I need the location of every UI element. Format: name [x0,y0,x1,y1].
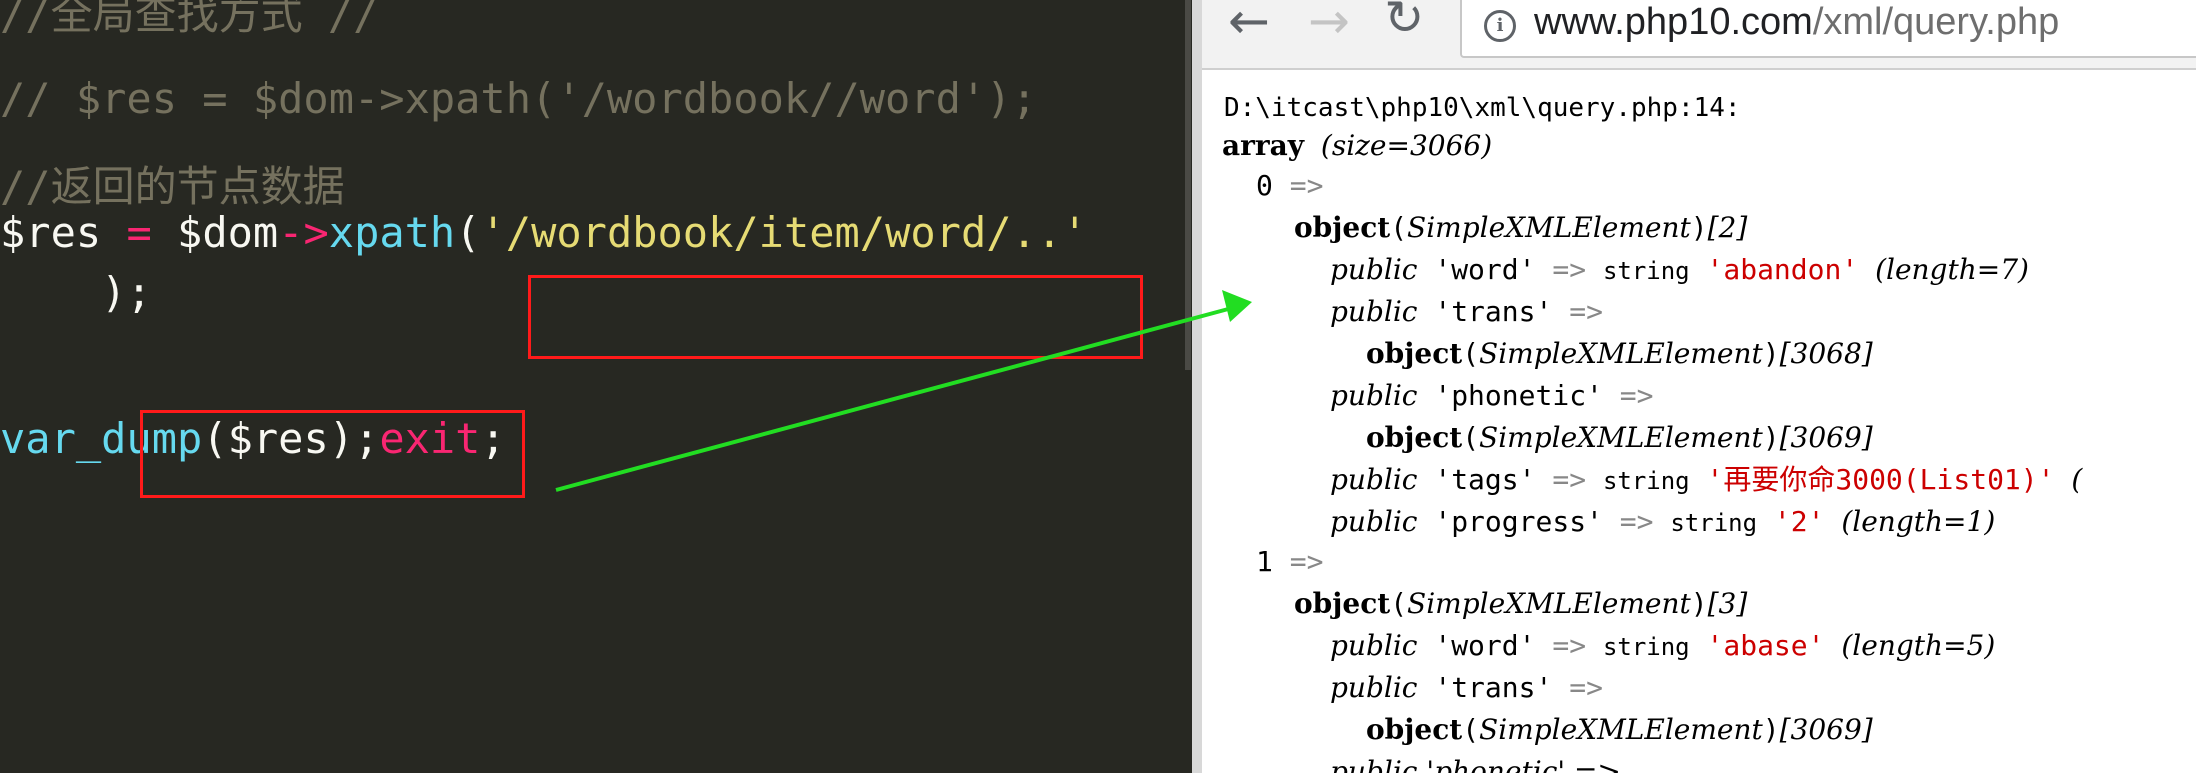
dump-object-id: [2] [1707,211,1748,244]
highlight-box-xpath-string [528,275,1143,359]
dump-prop-tags-0: public 'tags' => string '再要你命3000(List01… [1330,460,2082,501]
dump-class-name: SimpleXMLElement [1479,337,1763,370]
code-token-xpath-string: '/wordbook/item/word/..' [480,208,1088,257]
dump-public: public [1330,463,1418,496]
code-token-dom: $dom [177,208,279,257]
dump-public: public [1330,629,1418,662]
dump-word-value: 'abandon' [1706,253,1859,286]
dump-public: public [1330,505,1418,538]
dump-arrow: => [1619,379,1654,412]
dump-object-keyword: object [1294,211,1391,244]
dump-length-truncated: ( [2071,463,2083,496]
dump-prop-name: 'phonetic' [1434,379,1603,412]
dump-object-keyword: object [1366,421,1463,454]
address-bar[interactable]: i www.php10.com/xml/query.php [1460,0,2196,58]
dump-class-name: SimpleXMLElement [1479,713,1763,746]
dump-public: public [1330,671,1418,704]
pane-divider[interactable] [1192,0,1202,773]
reload-icon[interactable]: ↻ [1384,0,1424,46]
dump-arrow: => [1289,169,1324,202]
dump-length: (length=5) [1841,629,1996,662]
dump-file-path: D:\itcast\php10\xml\query.php:14: [1224,93,1741,123]
dump-prop-trans-0: public 'trans' => [1330,292,1603,332]
url-path: /xml/query.php [1812,1,2060,43]
dump-array-header: array (size=3066) [1222,126,1492,166]
dump-arrow: => [1552,629,1587,662]
dump-arrow: => [1569,671,1603,704]
dump-prop-progress-0: public 'progress' => string '2' (length=… [1330,502,1995,543]
dump-type: string [1602,633,1690,661]
url-host: www.php10.com [1534,1,1813,43]
dump-phonetic-object-0: object(SimpleXMLElement)[3069] [1366,421,1873,454]
browser-window: ← → ↻ i www.php10.com/xml/query.php D:\i… [1202,0,2196,773]
dump-class-name: SimpleXMLElement [1407,587,1691,620]
dump-prop-name: 'tags' [1434,463,1536,496]
arrow-left-icon[interactable]: ← [1228,0,1270,50]
dump-index-0: 0 => [1256,166,1323,206]
dump-arrow: => [1289,545,1324,578]
dump-index-0-value: 0 [1256,169,1273,202]
dump-prop-name: 'word' [1434,629,1536,662]
dump-object-keyword: object [1294,587,1391,620]
dump-prop-name: 'progress' [1434,505,1603,538]
code-token-assign: = [126,208,152,257]
code-editor[interactable]: //全局查找方式 // // $res = $dom->xpath('/word… [0,0,1192,773]
dump-prop-phonetic-0: public 'phonetic' => [1330,376,1654,416]
code-token-arrow: -> [278,208,329,257]
dump-public: public [1330,253,1418,286]
arrow-right-icon[interactable]: → [1308,0,1350,50]
dump-prop-name: 'trans' [1434,295,1553,328]
dump-prop-phonetic-1-cut: public 'phonetic' => [1330,755,1621,773]
dump-type: string [1602,467,1690,495]
dump-object-id: [3068] [1779,337,1873,370]
dump-arrow: => [1569,295,1603,328]
dump-tags-value: '再要你命3000(List01)' [1706,463,2055,496]
code-token-xpath: xpath [328,208,456,257]
code-line-xpath-call: $res = $dom->xpath('/wordbook/item/word/… [0,204,1087,262]
dump-object-0: object(SimpleXMLElement)[2] [1294,211,1748,244]
dump-prop-word-1: public 'word' => string 'abase' (length=… [1330,626,1995,667]
highlight-box-dump-exit [140,410,525,498]
dump-arrow: => [1552,463,1587,496]
dump-arrow: => [1552,253,1587,286]
dump-public: public [1330,379,1418,412]
dump-length: (length=1) [1841,505,1996,538]
dump-arrow: => [1619,505,1654,538]
dump-class-name: SimpleXMLElement [1479,421,1763,454]
editor-scrollbar-thumb[interactable] [1185,0,1191,370]
dump-index-1-value: 1 [1256,545,1273,578]
dump-length: (length=7) [1875,253,2029,286]
dump-type: string [1670,509,1758,537]
code-token-var: $res [0,208,102,257]
dump-prop-name: 'word' [1434,253,1536,286]
code-comment-xpath-example: // $res = $dom->xpath('/wordbook//word')… [0,74,1037,123]
dump-object-id: [3069] [1779,421,1873,454]
dump-type: string [1602,257,1690,285]
dump-word-value: 'abase' [1706,629,1825,662]
dump-class-name: SimpleXMLElement [1407,211,1691,244]
dump-object-keyword: object [1366,713,1463,746]
dump-trans-object-1: object(SimpleXMLElement)[3069] [1366,713,1873,746]
dump-prop-name: 'trans' [1434,671,1553,704]
code-line-close-paren: ); [0,268,152,317]
dump-trans-object-0: object(SimpleXMLElement)[3068] [1366,337,1873,370]
dump-array-size: (size=3066) [1320,129,1493,162]
dump-object-id: [3] [1707,587,1748,620]
dump-prop-trans-1: public 'trans' => [1330,668,1603,708]
dump-prop-word-0: public 'word' => string 'abandon' (lengt… [1330,250,2029,291]
browser-toolbar: ← → ↻ i www.php10.com/xml/query.php [1202,0,2196,70]
code-token-paren: ( [455,208,481,257]
dump-object-id: [3069] [1779,713,1873,746]
code-token-vardump-a: var_du [0,414,152,463]
dump-progress-value: '2' [1773,505,1825,538]
dump-object-keyword: object [1366,337,1463,370]
dump-array-keyword: array [1222,129,1305,162]
url-text[interactable]: www.php10.com/xml/query.php [1534,0,2059,46]
info-icon[interactable]: i [1484,10,1516,42]
dump-public: public [1330,295,1418,328]
dump-index-1: 1 => [1256,542,1323,582]
code-comment-global-search: //全局查找方式 // [0,0,379,39]
dump-object-1: object(SimpleXMLElement)[3] [1294,587,1748,620]
